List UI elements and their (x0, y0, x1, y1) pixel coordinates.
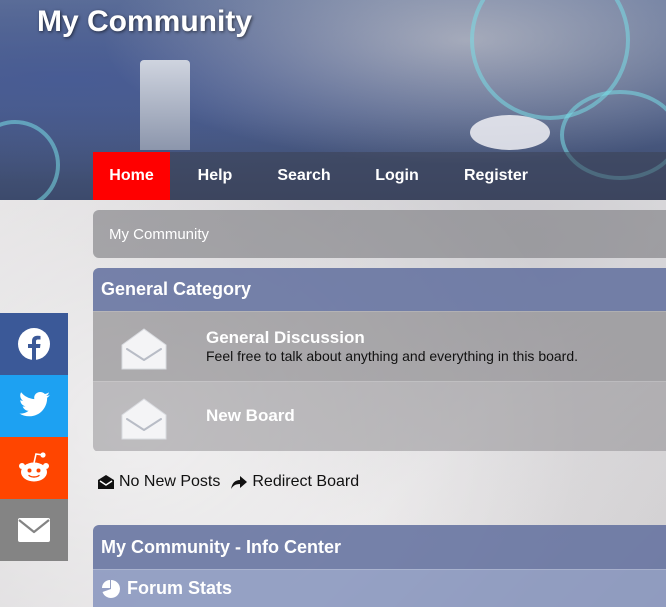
reddit-icon (19, 452, 49, 482)
share-reddit-button[interactable] (0, 437, 68, 499)
envelope-open-icon (98, 475, 114, 489)
board-legend: No New Posts Redirect Board (97, 472, 369, 492)
board-row: New Board (93, 381, 666, 451)
forum-stats-header[interactable]: Forum Stats (93, 569, 666, 607)
nav-register[interactable]: Register (446, 152, 546, 200)
banner-tower-decoration (140, 60, 190, 150)
nav-search[interactable]: Search (260, 152, 348, 200)
envelope-open-icon (121, 328, 167, 370)
main-nav: Home Help Search Login Register (93, 152, 666, 200)
twitter-icon (19, 391, 50, 417)
site-title[interactable]: My Community (37, 5, 252, 39)
breadcrumb-link-home[interactable]: My Community (109, 226, 209, 243)
nav-home[interactable]: Home (93, 152, 170, 200)
forum-stats-label: Forum Stats (127, 578, 233, 598)
info-center: My Community - Info Center Forum Stats (93, 525, 666, 607)
nav-help[interactable]: Help (170, 152, 260, 200)
legend-redirect-board: Redirect Board (230, 473, 359, 491)
envelope-open-icon (121, 398, 167, 440)
board-description: Feel free to talk about anything and eve… (206, 348, 579, 364)
category-general: General Category General Discussion Feel… (93, 268, 666, 452)
share-facebook-button[interactable] (0, 313, 68, 375)
board-name-new-board[interactable]: New Board (206, 406, 295, 426)
banner-cloud-decoration (470, 115, 550, 150)
breadcrumb: My Community (93, 210, 666, 258)
banner-swirl-decoration (0, 120, 60, 200)
social-share-bar (0, 313, 68, 561)
nav-login[interactable]: Login (348, 152, 446, 200)
legend-no-new-posts: No New Posts (97, 473, 220, 491)
share-arrow-icon (231, 476, 248, 489)
board-name-general-discussion[interactable]: General Discussion (206, 328, 365, 348)
share-email-button[interactable] (0, 499, 68, 561)
info-center-title: My Community - Info Center (93, 525, 666, 569)
legend-no-new-posts-label: No New Posts (119, 473, 221, 490)
category-title[interactable]: General Category (93, 268, 666, 311)
board-row: General Discussion Feel free to talk abo… (93, 311, 666, 381)
share-twitter-button[interactable] (0, 375, 68, 437)
envelope-icon (18, 518, 50, 542)
facebook-icon (18, 328, 50, 360)
pie-chart-icon (102, 579, 120, 598)
legend-redirect-board-label: Redirect Board (252, 473, 360, 490)
